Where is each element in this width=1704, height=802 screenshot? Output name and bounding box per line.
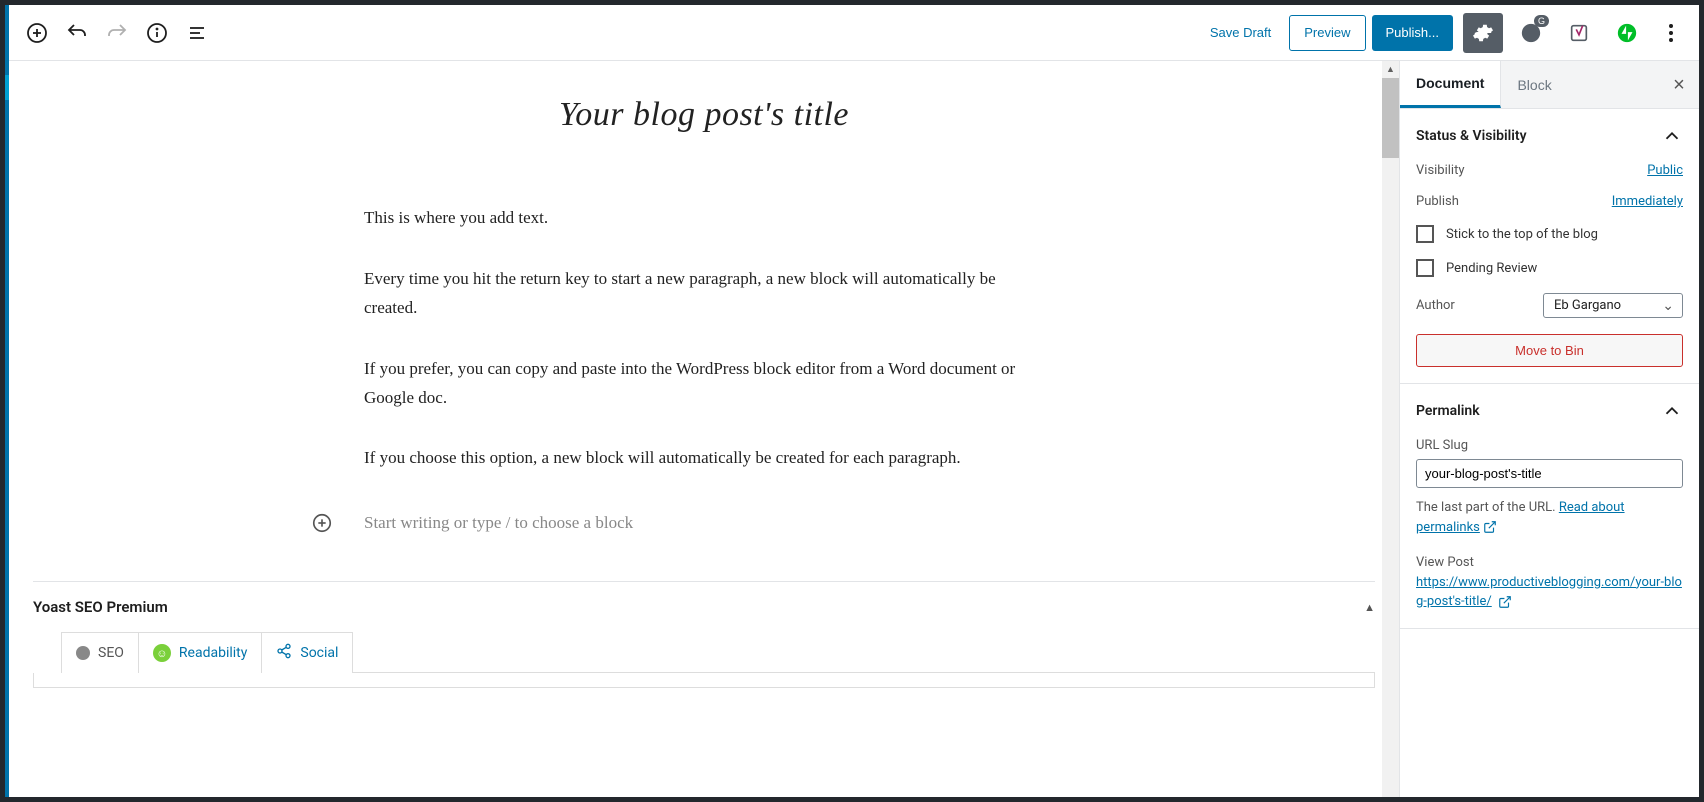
- paragraph-block[interactable]: If you choose this option, a new block w…: [364, 444, 1044, 473]
- close-sidebar-button[interactable]: ×: [1667, 73, 1691, 97]
- settings-sidebar: Document Block × Status & Visibility Vis…: [1399, 61, 1699, 797]
- paragraph-block[interactable]: Every time you hit the return key to sta…: [364, 265, 1044, 323]
- external-link-icon: [1483, 520, 1497, 534]
- panel-title: Status & Visibility: [1416, 128, 1527, 144]
- save-draft-button[interactable]: Save Draft: [1198, 15, 1283, 51]
- block-navigation-button[interactable]: [179, 15, 215, 51]
- redo-button[interactable]: [99, 15, 135, 51]
- visibility-value[interactable]: Public: [1647, 163, 1683, 178]
- external-link-icon: [1498, 595, 1512, 609]
- block-placeholder[interactable]: Start writing or type / to choose a bloc…: [364, 513, 633, 533]
- move-to-bin-button[interactable]: Move to Bin: [1416, 334, 1683, 367]
- paragraph-block[interactable]: If you prefer, you can copy and paste in…: [364, 355, 1044, 413]
- view-post-label: View Post: [1416, 555, 1474, 570]
- chevron-up-icon: [1661, 400, 1683, 422]
- yoast-icon[interactable]: [1559, 13, 1599, 53]
- paragraph-block[interactable]: This is where you add text.: [364, 204, 1044, 233]
- publish-label: Publish: [1416, 194, 1459, 209]
- scrollbar[interactable]: ▲: [1382, 61, 1399, 797]
- author-select[interactable]: Eb Gargano ⌄: [1543, 293, 1683, 318]
- panel-title: Permalink: [1416, 403, 1480, 419]
- yoast-panel: Yoast SEO Premium ▲ SEO ☺ Readability: [33, 581, 1375, 688]
- jetpack-icon[interactable]: [1607, 13, 1647, 53]
- stick-checkbox[interactable]: [1416, 225, 1434, 243]
- yoast-panel-header[interactable]: Yoast SEO Premium ▲: [33, 582, 1375, 632]
- yoast-tab-label: SEO: [98, 645, 124, 661]
- publish-button[interactable]: Publish...: [1372, 15, 1453, 51]
- permalink-help-text: The last part of the URL.: [1416, 500, 1559, 515]
- seo-status-icon: [76, 646, 90, 660]
- add-block-inline-icon[interactable]: [304, 505, 340, 541]
- activity-icon[interactable]: G: [1511, 13, 1551, 53]
- visibility-label: Visibility: [1416, 163, 1465, 178]
- editor-canvas[interactable]: Your blog post's title This is where you…: [9, 61, 1399, 797]
- preview-button[interactable]: Preview: [1289, 15, 1365, 51]
- editor-toolbar: Save Draft Preview Publish... G: [9, 5, 1699, 61]
- share-icon: [276, 643, 292, 663]
- yoast-tab-seo[interactable]: SEO: [61, 632, 139, 673]
- author-label: Author: [1416, 298, 1455, 313]
- publish-value[interactable]: Immediately: [1612, 194, 1683, 209]
- panel-status-visibility-toggle[interactable]: Status & Visibility: [1400, 109, 1699, 163]
- chevron-down-icon: ⌄: [1662, 298, 1674, 314]
- caret-up-icon: ▲: [1364, 601, 1375, 614]
- post-title[interactable]: Your blog post's title: [364, 96, 1044, 134]
- more-options-button[interactable]: [1653, 15, 1689, 51]
- author-value: Eb Gargano: [1554, 298, 1621, 313]
- add-block-button[interactable]: [19, 15, 55, 51]
- pending-label: Pending Review: [1446, 261, 1537, 276]
- yoast-title: Yoast SEO Premium: [33, 598, 168, 616]
- tab-block[interactable]: Block: [1501, 61, 1567, 108]
- chevron-up-icon: [1661, 125, 1683, 147]
- content-info-button[interactable]: [139, 15, 175, 51]
- undo-button[interactable]: [59, 15, 95, 51]
- stick-label: Stick to the top of the blog: [1446, 227, 1598, 242]
- settings-button[interactable]: [1463, 13, 1503, 53]
- smiley-icon: ☺: [153, 644, 171, 662]
- url-slug-label: URL Slug: [1416, 438, 1683, 453]
- view-post-link[interactable]: https://www.productiveblogging.com/your-…: [1416, 575, 1682, 610]
- url-slug-input[interactable]: [1416, 459, 1683, 488]
- yoast-tab-readability[interactable]: ☺ Readability: [139, 632, 262, 673]
- yoast-tab-social[interactable]: Social: [262, 632, 353, 673]
- tab-document[interactable]: Document: [1399, 61, 1501, 108]
- pending-review-checkbox[interactable]: [1416, 259, 1434, 277]
- yoast-tab-label: Readability: [179, 645, 247, 661]
- yoast-tab-label: Social: [300, 645, 338, 661]
- panel-permalink-toggle[interactable]: Permalink: [1400, 384, 1699, 438]
